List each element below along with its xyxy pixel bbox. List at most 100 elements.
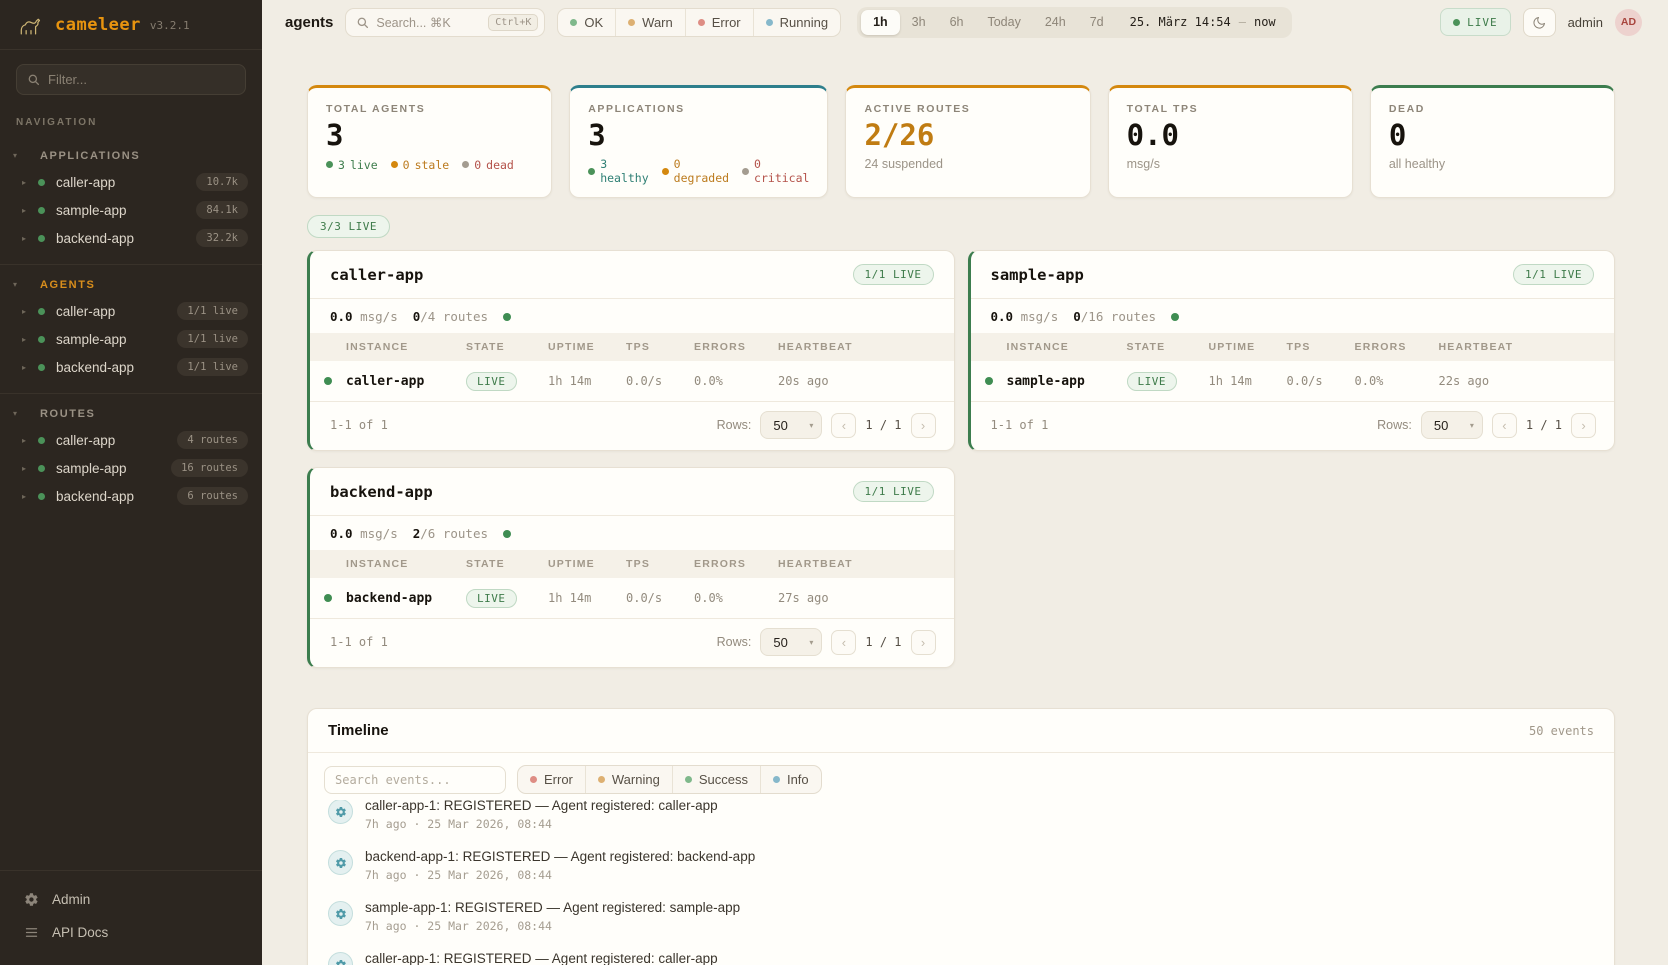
timeline-event[interactable]: backend-app-1: REGISTERED — Agent regist…: [324, 840, 1598, 891]
breakdown-count: 0: [674, 158, 729, 172]
timeline-filter-label: Warning: [612, 772, 660, 787]
sidebar-section-label: ROUTES: [40, 408, 95, 420]
breakdown-label: dead: [486, 158, 514, 172]
breakdown-label: degraded: [674, 172, 729, 186]
sidebar-item[interactable]: ▸ caller-app 4 routes: [0, 426, 262, 454]
app-live-badge: 1/1 LIVE: [853, 264, 934, 285]
status-dot: [530, 776, 537, 783]
rows-per-page-select[interactable]: 50 ▾: [1421, 411, 1483, 439]
table-row[interactable]: sample-app LIVE 1h 14m 0.0/s 0.0% 22s ag…: [971, 361, 1615, 401]
sidebar-item-admin[interactable]: Admin: [0, 883, 262, 916]
timeline-filter-button[interactable]: Warning: [585, 766, 672, 793]
time-range-button[interactable]: 7d: [1078, 10, 1116, 35]
sidebar-item[interactable]: ▸ sample-app 84.1k: [0, 196, 262, 224]
instance-uptime: 1h 14m: [548, 591, 626, 605]
prev-page-button[interactable]: ‹: [1492, 413, 1517, 438]
time-range-button[interactable]: 1h: [861, 10, 900, 35]
column-header: TPS: [626, 558, 694, 570]
status-dot: [38, 336, 45, 343]
sidebar-item-label: sample-app: [56, 461, 163, 476]
time-range-button[interactable]: Today: [975, 10, 1032, 35]
app-tps-unit: msg/s: [1021, 309, 1059, 324]
status-filter-label: Warn: [642, 15, 673, 30]
next-page-button[interactable]: ›: [1571, 413, 1596, 438]
sidebar-section-header[interactable]: ▾ APPLICATIONS: [0, 144, 262, 168]
instance-name: backend-app: [346, 591, 466, 606]
sidebar-section-header[interactable]: ▾ ROUTES: [0, 402, 262, 426]
table-row[interactable]: caller-app LIVE 1h 14m 0.0/s 0.0% 20s ag…: [310, 361, 954, 401]
status-filter-button[interactable]: OK: [558, 9, 615, 36]
timeline-filter-button[interactable]: Info: [760, 766, 821, 793]
sidebar-item-badge: 6 routes: [177, 487, 248, 505]
stat-subtext: 24 suspended: [864, 157, 1071, 171]
chevron-right-icon: ▸: [22, 492, 30, 501]
time-range-button[interactable]: 3h: [900, 10, 938, 35]
status-filter-button[interactable]: Running: [753, 9, 840, 36]
stat-breakdown-item: 0critical: [742, 158, 809, 186]
global-search[interactable]: Search... ⌘K Ctrl+K: [345, 8, 545, 37]
instance-heartbeat: 20s ago: [778, 374, 954, 388]
range-to: now: [1254, 15, 1276, 29]
chevron-right-icon: ▸: [22, 363, 30, 372]
timeline-event-count: 50 events: [1529, 724, 1594, 738]
prev-page-button[interactable]: ‹: [831, 413, 856, 438]
status-filter-button[interactable]: Warn: [615, 9, 685, 36]
sidebar-item[interactable]: ▸ sample-app 16 routes: [0, 454, 262, 482]
sidebar-item[interactable]: ▸ backend-app 1/1 live: [0, 353, 262, 381]
rows-per-page-label: Rows:: [717, 418, 752, 432]
status-dot: [773, 776, 780, 783]
timeline-event[interactable]: caller-app-1: REGISTERED — Agent registe…: [324, 800, 1598, 840]
sidebar-item-badge: 32.2k: [196, 229, 248, 247]
instance-name: caller-app: [346, 374, 466, 389]
sidebar-item-api-docs[interactable]: API Docs: [0, 916, 262, 949]
status-dot: [38, 493, 45, 500]
sidebar-filter: [16, 64, 246, 95]
stat-value: 2/26: [864, 120, 1071, 152]
rows-per-page-select[interactable]: 50 ▾: [760, 628, 822, 656]
time-range-button[interactable]: 24h: [1033, 10, 1078, 35]
timeline-events-list[interactable]: caller-app-1: REGISTERED — Agent registe…: [324, 800, 1598, 965]
sidebar-item[interactable]: ▸ backend-app 32.2k: [0, 224, 262, 252]
chevron-right-icon: ▸: [22, 464, 30, 473]
sidebar-item[interactable]: ▸ caller-app 10.7k: [0, 168, 262, 196]
timeline-search-input[interactable]: [335, 773, 495, 787]
timeline-event[interactable]: caller-app-1: REGISTERED — Agent registe…: [324, 942, 1598, 965]
stat-breakdown-item: 0stale: [391, 158, 450, 172]
sidebar-section-header[interactable]: ▾ AGENTS: [0, 273, 262, 297]
sidebar-item-label: caller-app: [56, 304, 169, 319]
time-range-button[interactable]: 6h: [938, 10, 976, 35]
table-header: INSTANCESTATEUPTIMETPSERRORSHEARTBEAT: [310, 550, 954, 578]
stat-breakdown-item: 3live: [326, 158, 378, 172]
app-stats: 0.0 msg/s 2/6 routes: [310, 516, 954, 550]
status-filter-button[interactable]: Error: [685, 9, 753, 36]
column-header: INSTANCE: [346, 558, 466, 570]
instance-tps: 0.0/s: [1287, 374, 1355, 388]
chevron-right-icon: ▸: [22, 178, 30, 187]
rows-per-page-select[interactable]: 50 ▾: [760, 411, 822, 439]
timeline-event[interactable]: sample-app-1: REGISTERED — Agent registe…: [324, 891, 1598, 942]
table-row[interactable]: backend-app LIVE 1h 14m 0.0/s 0.0% 27s a…: [310, 578, 954, 618]
sidebar-filter-input[interactable]: [48, 72, 235, 87]
moon-icon: [1532, 15, 1547, 30]
event-title: backend-app-1: REGISTERED — Agent regist…: [365, 849, 755, 864]
sidebar-footer: Admin API Docs: [0, 870, 262, 965]
next-page-button[interactable]: ›: [911, 630, 936, 655]
timeline-title: Timeline: [328, 722, 389, 739]
theme-toggle-button[interactable]: [1523, 8, 1556, 37]
sidebar-section: ▾ AGENTS ▸ caller-app 1/1 live ▸ sample-…: [0, 264, 262, 393]
username: admin: [1568, 15, 1603, 30]
next-page-button[interactable]: ›: [911, 413, 936, 438]
sidebar-item[interactable]: ▸ backend-app 6 routes: [0, 482, 262, 510]
sidebar-item[interactable]: ▸ caller-app 1/1 live: [0, 297, 262, 325]
breakdown-label: live: [350, 158, 378, 172]
timeline-filter-button[interactable]: Success: [672, 766, 760, 793]
prev-page-button[interactable]: ‹: [831, 630, 856, 655]
sidebar-item-label: backend-app: [56, 231, 188, 246]
avatar[interactable]: AD: [1615, 9, 1642, 36]
time-range-display[interactable]: 25. März 14:54 — now: [1116, 15, 1288, 29]
stat-value: 0.0: [1127, 120, 1334, 152]
timeline-filter-button[interactable]: Error: [518, 766, 585, 793]
app-tps-value: 0.0: [330, 309, 353, 324]
sidebar-item[interactable]: ▸ sample-app 1/1 live: [0, 325, 262, 353]
sidebar-section-label: APPLICATIONS: [40, 150, 140, 162]
